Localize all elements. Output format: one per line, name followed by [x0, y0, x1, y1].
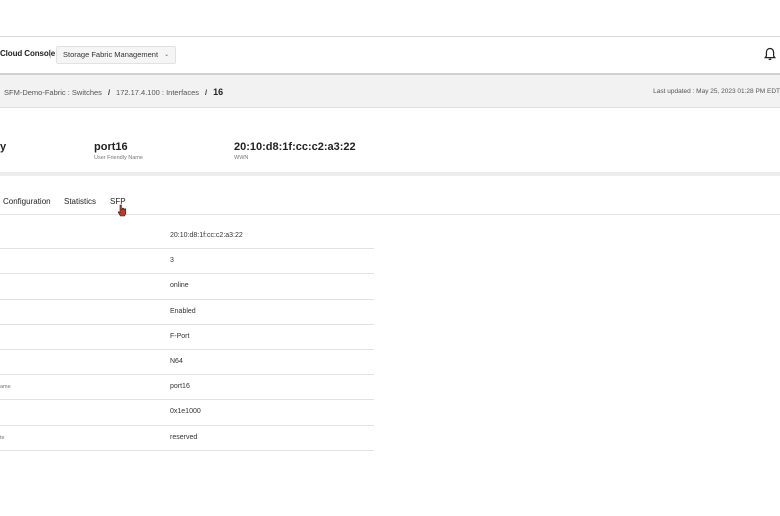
breadcrumb-separator: / — [205, 87, 208, 97]
row-value: online — [170, 282, 189, 290]
table-row: Enabled — [0, 300, 374, 325]
table-row: N64 — [0, 350, 374, 376]
service-selector-label: Storage Fabric Management — [63, 50, 159, 59]
row-value: N64 — [170, 357, 183, 365]
interface-summary: y port16 User Friendly Name 20:10:d8:1f:… — [0, 108, 780, 176]
row-label: te — [0, 434, 5, 441]
row-value: 0x1e1000 — [170, 408, 201, 416]
app-header: Cloud Console | Storage Fabric Managemen… — [0, 37, 780, 75]
wwn-value: 20:10:d8:1f:cc:c2:a3:22 — [234, 141, 356, 153]
table-row: F-Port — [0, 325, 374, 350]
breadcrumb-current: 16 — [213, 87, 224, 97]
user-friendly-name-label: User Friendly Name — [94, 155, 143, 161]
summary-wwn: 20:10:d8:1f:cc:c2:a3:22 WWN — [234, 141, 356, 161]
hand-pointer-icon — [117, 204, 127, 217]
summary-name: port16 User Friendly Name — [94, 141, 143, 161]
breadcrumb-separator: / — [107, 87, 111, 97]
row-value: port16 — [170, 383, 190, 391]
table-row: 0x1e1000 — [0, 400, 374, 426]
row-value: 20:10:d8:1f:cc:c2:a3:22 — [170, 232, 243, 239]
table-row: ame port16 — [0, 375, 374, 401]
breadcrumb-fabric-switches[interactable]: SFM-Demo-Fabric : Switches — [4, 88, 102, 97]
tab-configuration[interactable]: Configuration — [3, 197, 51, 206]
app-title: Cloud Console — [0, 49, 56, 58]
table-row: 20:10:d8:1f:cc:c2:a3:22 — [0, 224, 374, 250]
row-value: F-Port — [170, 332, 190, 340]
row-value: 3 — [170, 257, 174, 265]
row-value: Enabled — [170, 307, 196, 315]
wwn-label: WWN — [234, 155, 249, 161]
row-value: reserved — [170, 433, 198, 441]
browser-top-strip — [0, 0, 780, 37]
summary-fragment-value: y — [0, 141, 7, 153]
breadcrumb: SFM-Demo-Fabric : Switches / 172.17.4.10… — [0, 75, 780, 108]
row-label: ame — [0, 384, 11, 391]
last-updated: Last updated : May 25, 2023 01:28 PM EDT — [653, 88, 780, 95]
tab-statistics[interactable]: Statistics — [64, 197, 96, 206]
table-row: 3 — [0, 249, 374, 275]
breadcrumb-switch-interfaces[interactable]: 172.17.4.100 : Interfaces — [116, 88, 199, 97]
user-friendly-name-value: port16 — [94, 141, 128, 153]
service-selector[interactable]: Storage Fabric Management ⌄ — [56, 46, 177, 64]
title-separator: | — [49, 48, 52, 58]
summary-fragment: y — [0, 141, 6, 153]
bell-icon[interactable] — [764, 47, 776, 61]
table-row: te reserved — [0, 426, 374, 451]
sfp-details-table: 20:10:d8:1f:cc:c2:a3:22 3 online Enabled… — [0, 224, 374, 451]
chevron-down-icon: ⌄ — [164, 52, 170, 58]
table-row: online — [0, 274, 374, 300]
